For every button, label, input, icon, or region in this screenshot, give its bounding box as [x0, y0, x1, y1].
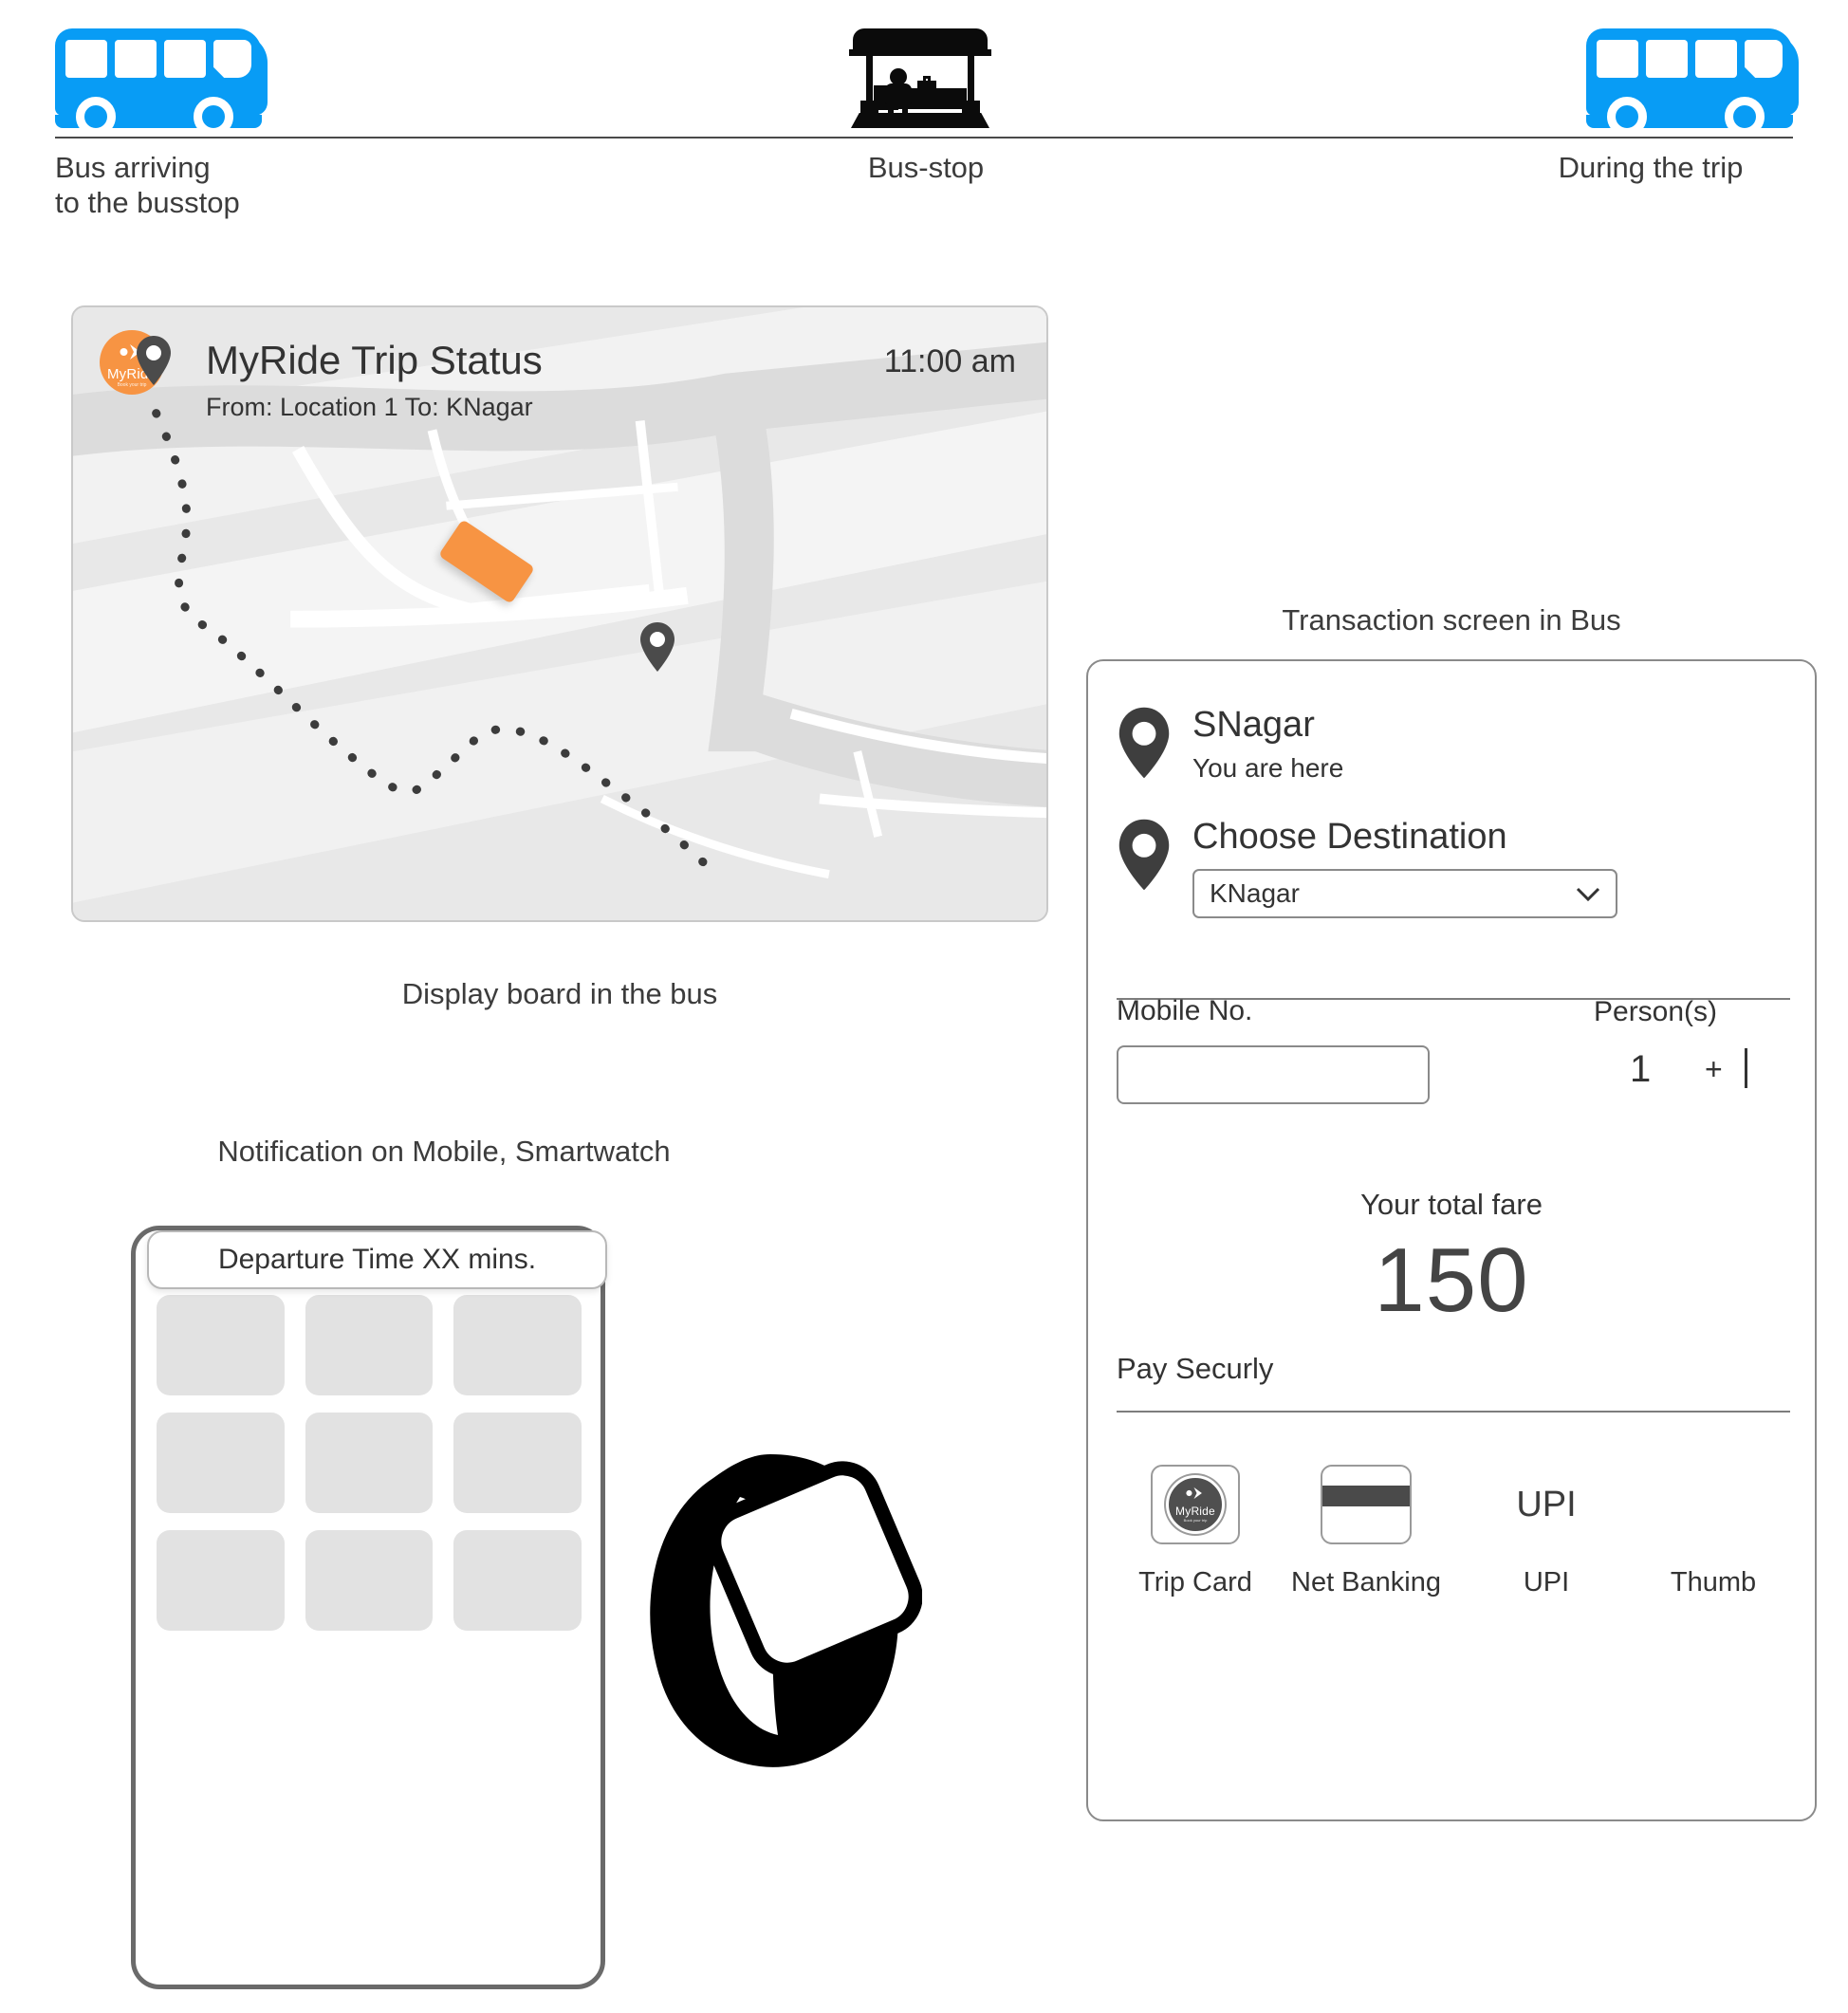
total-fare-amount: 150 [1374, 1229, 1529, 1331]
payment-method-upi[interactable]: UPI UPI [1468, 1463, 1625, 1598]
logo-name: MyRide [1175, 1505, 1215, 1518]
payment-method-label: Net Banking [1291, 1567, 1441, 1597]
display-board-card: MyRide Book your trip MyRide Trip Status… [71, 305, 1048, 922]
persons-label: Person(s) [1594, 996, 1718, 1027]
display-board-time: 11:00 am [883, 343, 1016, 379]
payment-method-net-banking[interactable]: Net Banking [1271, 1463, 1461, 1598]
map-pin-destination-icon [638, 620, 677, 678]
app-tile[interactable] [305, 1413, 434, 1513]
payment-method-label: UPI [1523, 1567, 1570, 1597]
persons-count: 1 [1630, 1048, 1652, 1090]
journey-stage-during-trip: During the trip [1559, 28, 1799, 186]
section-divider-pay [1117, 1411, 1790, 1413]
display-board-route: From: Location 1 To: KNagar [206, 393, 533, 421]
notification-caption: Notification on Mobile, Smartwatch [217, 1135, 671, 1168]
map-pin-origin-icon [134, 334, 174, 392]
app-tile[interactable] [305, 1295, 434, 1395]
smartwatch-icon [628, 1445, 923, 1782]
upi-text-icon: UPI [1516, 1484, 1577, 1524]
transaction-caption: Transaction screen in Bus [1282, 603, 1621, 637]
app-tile[interactable] [157, 1413, 285, 1513]
departure-notification-banner[interactable]: Departure Time XX mins. [147, 1230, 607, 1289]
current-location-subtitle: You are here [1192, 752, 1344, 783]
persons-input-cursor [1745, 1048, 1747, 1088]
journey-stage-bus-stop: Bus-stop [849, 28, 1001, 186]
mobile-number-label: Mobile No. [1117, 995, 1253, 1026]
logo-tagline: Book your trip [1183, 1518, 1208, 1523]
payment-method-thumb[interactable]: Thumb [1625, 1463, 1802, 1598]
persons-increment-button[interactable]: + [1705, 1052, 1723, 1087]
bus-stop-shelter-icon [849, 28, 991, 128]
mobile-number-input[interactable] [1117, 1045, 1430, 1104]
destination-select[interactable]: KNagar [1192, 868, 1617, 918]
phone-app-grid [157, 1295, 582, 1631]
map-pin-icon [1117, 818, 1172, 896]
transaction-card: SNagar You are here Choose Destination K… [1086, 659, 1817, 1821]
display-board-title: MyRide Trip Status [206, 338, 543, 382]
destination-row: Choose Destination KNagar [1117, 817, 1617, 918]
destination-selected-value: KNagar [1210, 877, 1300, 908]
journey-stage-caption: During the trip [1558, 151, 1744, 184]
chevron-down-icon [1576, 878, 1600, 909]
credit-card-icon [1321, 1465, 1412, 1544]
current-location-row: SNagar You are here [1117, 705, 1344, 785]
journey-stage-caption: Bus arriving to the busstop [55, 151, 240, 219]
chevron-right-icon [1186, 1487, 1205, 1504]
pay-securely-label: Pay Securly [1117, 1352, 1274, 1385]
app-tile[interactable] [157, 1295, 285, 1395]
app-tile[interactable] [453, 1295, 582, 1395]
bus-icon [1586, 28, 1799, 137]
destination-label: Choose Destination [1192, 817, 1507, 857]
total-fare-label: Your total fare [1360, 1188, 1543, 1221]
app-tile[interactable] [453, 1530, 582, 1631]
app-tile[interactable] [453, 1413, 582, 1513]
app-tile[interactable] [157, 1530, 285, 1631]
current-location-name: SNagar [1192, 705, 1315, 745]
bus-icon [55, 28, 268, 137]
myride-trip-card-icon: MyRide Book your trip [1151, 1465, 1240, 1544]
payment-method-label: Thumb [1670, 1567, 1757, 1597]
payment-method-trip-card[interactable]: MyRide Book your trip Trip Card [1115, 1463, 1276, 1598]
journey-stage-bus-arriving: Bus arriving to the busstop [55, 28, 268, 220]
payment-method-label: Trip Card [1138, 1567, 1252, 1597]
app-tile[interactable] [305, 1530, 434, 1631]
phone-mockup [131, 1226, 605, 1989]
journey-stage-caption: Bus-stop [867, 151, 985, 184]
display-board-caption: Display board in the bus [401, 977, 718, 1010]
map-pin-icon [1117, 706, 1172, 785]
notification-text: Departure Time XX mins. [217, 1244, 537, 1275]
